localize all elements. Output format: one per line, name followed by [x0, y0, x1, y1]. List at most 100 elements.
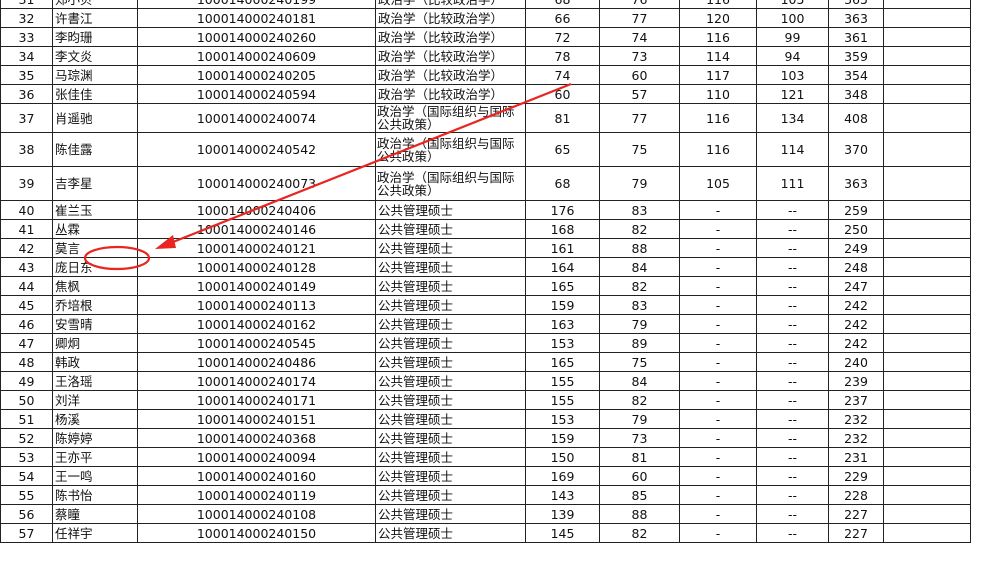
cell-score-subject-two: -- — [756, 276, 829, 296]
cell-score-politics: 163 — [525, 314, 600, 334]
cell-student-name: 马琮渊 — [52, 65, 138, 85]
table-row: 52 陈婷婷 100014000240368 公共管理硕士 159 73- -- 232 — [0, 428, 971, 448]
cell-row-number: 41 — [0, 219, 53, 239]
cell-score-subject-two: -- — [756, 238, 829, 258]
cell-score-politics: 150 — [525, 447, 600, 467]
cell-row-number: 47 — [0, 333, 53, 353]
cell-row-number: 35 — [0, 65, 53, 85]
cell-row-number: 33 — [0, 27, 53, 47]
cell-score-language: 83 — [599, 295, 680, 315]
cell-row-number: 44 — [0, 276, 53, 296]
cell-score-language: 76 — [599, 0, 680, 9]
cell-exam-id: 100014000240260 — [137, 27, 376, 47]
score-sheet: 31郑小贝100014000240199政治学（比较政治学）6876116105… — [0, 0, 971, 543]
cell-exam-id: 100014000240171 — [137, 390, 376, 410]
cell-exam-id: 100014000240162 — [137, 314, 376, 334]
cell-score-language: 82 — [599, 523, 680, 543]
cell-major: 政治学（比较政治学） — [375, 65, 526, 85]
cell-score-subject-one: - — [679, 219, 757, 239]
cell-score-politics: 165 — [525, 276, 600, 296]
cell-exam-id: 100014000240094 — [137, 447, 376, 467]
cell-score-politics: 74 — [525, 65, 600, 85]
table-row: 48 韩政 100014000240486 公共管理硕士 165 75- -- 240 — [0, 352, 971, 372]
cell-remark — [883, 504, 971, 524]
cell-major: 公共管理硕士 — [375, 352, 526, 372]
cell-row-number: 36 — [0, 84, 53, 104]
cell-remark — [883, 8, 971, 28]
cell-major: 公共管理硕士 — [375, 428, 526, 448]
cell-student-name: 焦枫 — [52, 276, 138, 296]
cell-row-number: 57 — [0, 523, 53, 543]
cell-row-number: 40 — [0, 200, 53, 220]
cell-row-number: 39 — [0, 166, 53, 201]
cell-score-subject-two: 111 — [756, 166, 829, 201]
cell-score-subject-one: - — [679, 466, 757, 486]
cell-score-subject-two: -- — [756, 314, 829, 334]
table-row: 45 乔培根 100014000240113 公共管理硕士 159 83- -- 242 — [0, 295, 971, 315]
cell-score-subject-one: - — [679, 504, 757, 524]
cell-score-subject-one: - — [679, 485, 757, 505]
cell-score-language: 79 — [599, 314, 680, 334]
cell-major: 政治学（国际组织与国际公共政策） — [375, 103, 526, 133]
cell-score-language: 77 — [599, 103, 680, 133]
cell-major: 政治学（比较政治学） — [375, 84, 526, 104]
cell-total-score: 363 — [828, 166, 884, 201]
cell-score-subject-one: - — [679, 352, 757, 372]
cell-student-name: 肖遥驰 — [52, 103, 138, 133]
cell-score-subject-one: 116 — [679, 132, 757, 167]
cell-row-number: 51 — [0, 409, 53, 429]
cell-exam-id: 100014000240113 — [137, 295, 376, 315]
cell-student-name: 李昀珊 — [52, 27, 138, 47]
cell-score-subject-two: -- — [756, 371, 829, 391]
cell-major: 政治学（比较政治学） — [375, 27, 526, 47]
cell-major: 政治学（比较政治学） — [375, 0, 526, 9]
cell-score-language: 73 — [599, 46, 680, 66]
cell-exam-id: 100014000240199 — [137, 0, 376, 9]
cell-score-politics: 78 — [525, 46, 600, 66]
cell-score-subject-two: 99 — [756, 27, 829, 47]
cell-score-politics: 72 — [525, 27, 600, 47]
cell-remark — [883, 485, 971, 505]
table-row: 53 王亦平 100014000240094 公共管理硕士 150 81- -- 231 — [0, 447, 971, 467]
cell-total-score: 232 — [828, 428, 884, 448]
cell-total-score: 237 — [828, 390, 884, 410]
cell-total-score: 231 — [828, 447, 884, 467]
cell-score-subject-one: 116 — [679, 0, 757, 9]
cell-remark — [883, 295, 971, 315]
cell-total-score: 248 — [828, 257, 884, 277]
table-row: 36 张佳佳 100014000240594 政治学（比较政治学） 60 57 110 121… — [0, 84, 971, 104]
cell-score-politics: 159 — [525, 295, 600, 315]
cell-score-politics: 153 — [525, 409, 600, 429]
cell-score-language: 60 — [599, 466, 680, 486]
cell-remark — [883, 238, 971, 258]
cell-row-number: 32 — [0, 8, 53, 28]
cell-score-subject-two: 134 — [756, 103, 829, 133]
cell-major: 公共管理硕士 — [375, 466, 526, 486]
cell-student-name: 陈书怡 — [52, 485, 138, 505]
cell-score-subject-one: 116 — [679, 27, 757, 47]
cell-score-language: 79 — [599, 409, 680, 429]
cell-row-number: 34 — [0, 46, 53, 66]
cell-score-language: 79 — [599, 166, 680, 201]
cell-major: 政治学（比较政治学） — [375, 8, 526, 28]
cell-total-score: 365 — [828, 0, 884, 9]
cell-score-language: 82 — [599, 219, 680, 239]
cell-score-language: 73 — [599, 428, 680, 448]
cell-score-subject-one: - — [679, 200, 757, 220]
cell-score-subject-one: 114 — [679, 46, 757, 66]
cell-remark — [883, 166, 971, 201]
cell-score-language: 88 — [599, 504, 680, 524]
cell-total-score: 359 — [828, 46, 884, 66]
cell-score-subject-one: - — [679, 333, 757, 353]
cell-score-language: 74 — [599, 27, 680, 47]
table-row: 35 马琮渊 100014000240205 政治学（比较政治学） 74 60 117 103… — [0, 65, 971, 85]
cell-total-score: 239 — [828, 371, 884, 391]
cell-major: 公共管理硕士 — [375, 485, 526, 505]
cell-major: 公共管理硕士 — [375, 200, 526, 220]
table-row: 56 蔡瞳 100014000240108 公共管理硕士 139 88- -- 227 — [0, 504, 971, 524]
cell-remark — [883, 200, 971, 220]
cell-total-score: 249 — [828, 238, 884, 258]
cell-remark — [883, 0, 971, 9]
cell-score-subject-one: 105 — [679, 166, 757, 201]
cell-total-score: 240 — [828, 352, 884, 372]
